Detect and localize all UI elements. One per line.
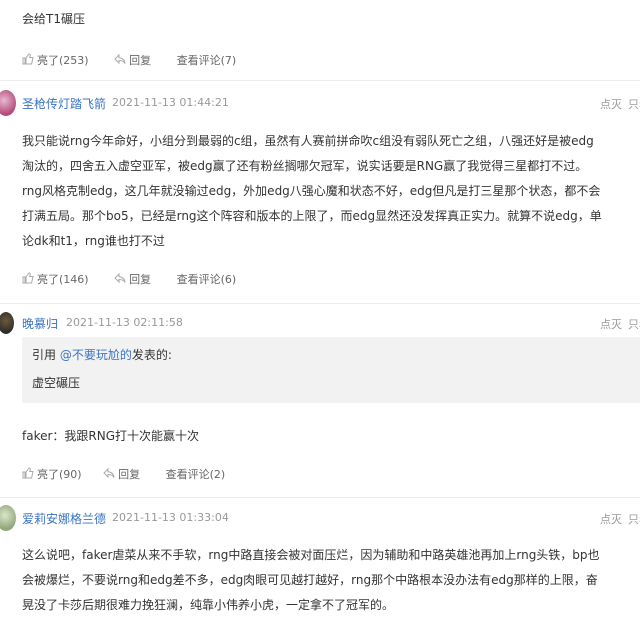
reply-button[interactable]: 回复: [114, 271, 151, 287]
reply-label: 回复: [118, 468, 141, 481]
thumb-up-icon: [22, 52, 34, 68]
comment-line: 晃没了卡莎后期很难力挽狂澜，纯靠小伟养小虎，一定拿不了冠军的。: [22, 598, 395, 612]
timestamp: 2021-11-13 02:11:58: [66, 316, 183, 329]
comment-line: 我只能说rng今年命好，小组分到最弱的c组，虽然有人赛前拼命吹c组没有弱队死亡之…: [22, 134, 594, 148]
username[interactable]: 晚慕归: [22, 315, 58, 332]
username[interactable]: 爱莉安娜格兰德: [22, 510, 106, 527]
like-button[interactable]: 亮了(253): [22, 52, 89, 68]
view-replies-link[interactable]: 查看评论(6): [177, 271, 237, 287]
comment-actions: 亮了(253) 回复 查看评论(7): [22, 52, 258, 68]
comment-actions: 亮了(146) 回复 查看评论(6): [22, 271, 258, 287]
like-label: 亮了(90): [37, 468, 82, 481]
reply-label: 回复: [129, 54, 152, 67]
comment-line: 这么说吧，faker虐菜从来不手软，rng中路直接会被对面压烂，因为辅助和中路英…: [22, 548, 600, 562]
reply-icon: [103, 467, 115, 482]
avatar[interactable]: [0, 505, 16, 531]
comment-actions: 亮了(90) 回复 查看评论(2): [22, 466, 247, 482]
quote-text: 虚空碾压: [32, 376, 81, 390]
view-replies-label: 查看评论(6): [176, 273, 237, 286]
reply-button[interactable]: 回复: [103, 466, 140, 482]
view-replies-label: 查看评论(2): [165, 468, 226, 481]
comment-line: 淘汰的，四舍五入虚空亚军，被edg赢了还有粉丝搁哪欠冠军，说实话要是RNG赢了我…: [22, 159, 588, 173]
view-replies-label: 查看评论(7): [176, 54, 237, 67]
thumb-up-icon: [22, 466, 34, 482]
comment-text: 会给T1碾压: [22, 12, 85, 26]
avatar[interactable]: [0, 312, 14, 334]
timestamp: 2021-11-13 01:44:21: [112, 96, 229, 109]
view-only-button[interactable]: 只看: [628, 511, 640, 527]
comment-line: rng风格克制edg，这几年就没输过edg，外加edg八强心魔和状态不好，edg…: [22, 184, 601, 198]
like-label: 亮了(253): [37, 54, 89, 67]
thumb-up-icon: [22, 271, 34, 287]
comment-line: 论dk和t1，rng谁也打不过: [22, 234, 165, 248]
quote-suffix: 发表的:: [131, 348, 172, 362]
quote-header: 引用 @不要玩尬的发表的:: [32, 346, 172, 363]
divider: [0, 497, 640, 498]
quoted-user-link[interactable]: @不要玩尬的: [60, 348, 132, 362]
reply-icon: [114, 272, 126, 287]
reply-label: 回复: [129, 273, 152, 286]
dislike-button[interactable]: 点灭: [600, 96, 622, 112]
like-label: 亮了(146): [37, 273, 89, 286]
reply-button[interactable]: 回复: [114, 52, 151, 68]
divider: [0, 80, 640, 81]
comment-line: 打满五局。那个bo5，已经是rng这个阵容和版本的上限了，而edg显然还没发挥真…: [22, 209, 602, 223]
like-button[interactable]: 亮了(90): [22, 466, 82, 482]
comment-text: faker：我跟RNG打十次能赢十次: [22, 429, 200, 443]
dislike-button[interactable]: 点灭: [600, 511, 622, 527]
divider: [0, 303, 640, 304]
view-replies-link[interactable]: 查看评论(7): [177, 52, 237, 68]
avatar[interactable]: [0, 90, 16, 116]
quote-block: 引用 @不要玩尬的发表的: 虚空碾压: [22, 337, 640, 403]
view-replies-link[interactable]: 查看评论(2): [166, 466, 226, 482]
view-only-button[interactable]: 只看: [628, 316, 640, 332]
username[interactable]: 圣枪传灯踏飞箭: [22, 95, 106, 112]
dislike-button[interactable]: 点灭: [600, 316, 622, 332]
like-button[interactable]: 亮了(146): [22, 271, 89, 287]
reply-icon: [114, 53, 126, 68]
view-only-button[interactable]: 只看: [628, 96, 640, 112]
quote-prefix: 引用: [32, 348, 60, 362]
comment-line: 会被爆烂，不要说rng和edg差不多，edg肉眼可见越打越好，rng那个中路根本…: [22, 573, 598, 587]
timestamp: 2021-11-13 01:33:04: [112, 511, 229, 524]
